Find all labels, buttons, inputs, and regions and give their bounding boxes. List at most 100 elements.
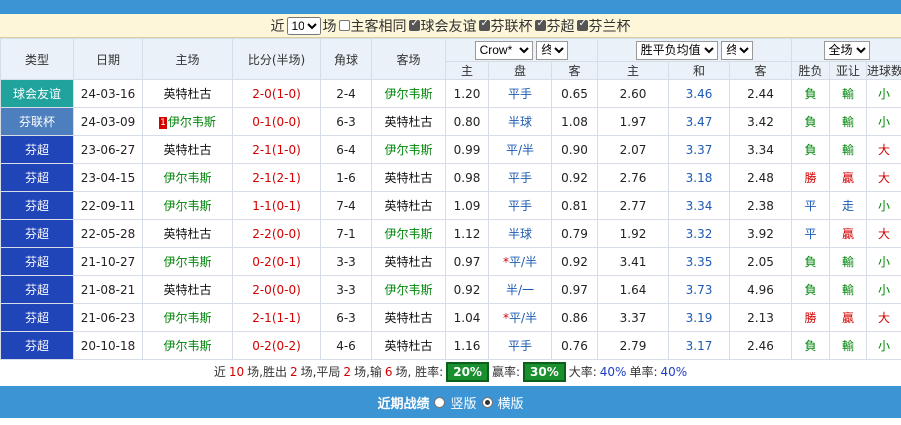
away-team-cell[interactable]: 伊尔韦斯 [371,135,446,164]
away-team-cell[interactable]: 伊尔韦斯 [371,79,446,108]
checkbox[interactable] [478,18,490,31]
home-team-name[interactable]: 英特杜古 [163,283,211,297]
euro-home-odds: 2.07 [597,135,669,164]
checkbox[interactable] [534,18,546,31]
col-euro-draw: 和 [668,61,730,80]
filter-row: 近 10 场 主客相同球会友谊芬联杯芬超芬兰杯 [0,14,901,38]
away-team-cell[interactable]: 伊尔韦斯 [371,275,446,304]
asian-home-odds: 0.98 [445,163,489,192]
league-label[interactable]: 芬联杯 [19,115,55,129]
filter-option[interactable]: 芬超 [534,16,575,36]
home-team-cell: 伊尔韦斯 [142,191,233,220]
filter-option[interactable]: 主客相同 [338,16,407,36]
home-team-name[interactable]: 英特杜古 [163,227,211,241]
away-team-cell[interactable]: 伊尔韦斯 [371,219,446,248]
full-time-score[interactable]: 1-1 [252,199,272,213]
home-team-name[interactable]: 伊尔韦斯 [163,199,211,213]
league-label[interactable]: 球会友谊 [13,87,61,101]
home-team-name[interactable]: 伊尔韦斯 [163,255,211,269]
euro-away-odds: 3.92 [729,219,792,248]
corner-cell: 3-3 [320,275,372,304]
cover-rate-badge: 30% [523,361,566,382]
handicap-result: 贏 [829,303,867,332]
half-time-score: (1-0) [271,86,301,101]
away-team-cell[interactable]: 英特杜古 [371,163,446,192]
horizontal-layout-radio[interactable] [481,396,493,408]
goals-result: 小 [865,247,901,276]
away-team-cell[interactable]: 英特杜古 [371,191,446,220]
vertical-layout-radio[interactable] [434,396,446,408]
win-loss-result: 平 [791,219,830,248]
league-label[interactable]: 芬超 [25,171,49,185]
league-label[interactable]: 芬超 [25,199,49,213]
checkbox[interactable] [576,18,588,31]
col-handicap-result: 亚让 [829,61,867,80]
checkbox[interactable] [338,20,350,31]
asian-line: *平/半 [488,303,552,332]
filter-option[interactable]: 球会友谊 [408,16,477,36]
euro-away-odds: 2.48 [729,163,792,192]
league-label[interactable]: 芬超 [25,339,49,353]
page-bottom-strip [0,418,901,425]
score-cell: 2-1(1-1) [232,303,321,332]
company-select[interactable]: Crow* [474,40,533,60]
home-team-name[interactable]: 英特杜古 [163,143,211,157]
euro-draw-odds: 3.17 [668,331,730,360]
win-loss-result: 負 [791,275,830,304]
date-cell: 22-09-11 [73,191,143,220]
full-time-score[interactable]: 0-1 [252,115,272,129]
half-time-score: (0-0) [271,226,301,241]
full-time-score[interactable]: 0-2 [252,255,272,269]
away-team-cell[interactable]: 英特杜古 [371,247,446,276]
col-win-loss: 胜负 [791,61,830,80]
away-team-cell[interactable]: 英特杜古 [371,107,446,136]
full-time-score[interactable]: 2-1 [252,143,272,157]
away-team-cell[interactable]: 英特杜古 [371,303,446,332]
summary-text: 场,平局 [300,365,341,379]
league-label[interactable]: 芬超 [25,311,49,325]
full-time-score[interactable]: 2-1 [252,311,272,325]
league-label[interactable]: 芬超 [25,255,49,269]
home-team-name[interactable]: 伊尔韦斯 [163,171,211,185]
home-team-name[interactable]: 伊尔韦斯 [163,339,211,353]
home-team-name[interactable]: 伊尔韦斯 [168,115,216,129]
full-time-score[interactable]: 2-2 [252,227,272,241]
asian-line: 平手 [488,79,552,108]
corner-cell: 3-3 [320,247,372,276]
league-type-cell: 芬超 [0,219,74,248]
date-cell: 21-08-21 [73,275,143,304]
away-team-cell[interactable]: 英特杜古 [371,331,446,360]
home-team-cell: 伊尔韦斯 [142,163,233,192]
checkbox[interactable] [408,18,420,31]
match-count-select[interactable]: 10 [286,16,321,35]
league-label[interactable]: 芬超 [25,227,49,241]
range-select[interactable]: 全场 [823,40,870,60]
euro-avg-select[interactable]: 胜平负均值 [635,40,718,60]
full-time-score[interactable]: 2-0 [252,87,272,101]
euro-away-odds: 2.44 [729,79,792,108]
asian-odds-stage-select[interactable]: 终 [536,40,569,60]
league-label[interactable]: 芬超 [25,283,49,297]
summary-text: 大率: [568,365,597,379]
full-time-score[interactable]: 2-0 [252,283,272,297]
corner-cell: 7-1 [320,219,372,248]
handicap-result: 輸 [829,79,867,108]
full-time-score[interactable]: 2-1 [252,171,272,185]
corner-cell: 6-3 [320,107,372,136]
home-team-name[interactable]: 英特杜古 [163,87,211,101]
league-label[interactable]: 芬超 [25,143,49,157]
score-cell: 2-1(2-1) [232,163,321,192]
handicap-result: 輸 [829,107,867,136]
summary-total: 10 [228,364,245,379]
col-asian-away: 客 [551,61,598,80]
asian-away-odds: 0.90 [551,135,598,164]
home-team-cell: 英特杜古 [142,219,233,248]
filter-option[interactable]: 芬联杯 [478,16,533,36]
euro-odds-stage-select[interactable]: 终 [721,40,754,60]
filter-option[interactable]: 芬兰杯 [576,16,631,36]
full-time-score[interactable]: 0-2 [252,339,272,353]
summary-wins: 2 [289,364,298,379]
home-team-name[interactable]: 伊尔韦斯 [163,311,211,325]
corner-cell: 4-6 [320,331,372,360]
table-row: 芬联杯 24-03-09 1 伊尔韦斯 0-1(0-0) 6-3 英特杜古 0.80 半球 1.0… [0,107,901,136]
